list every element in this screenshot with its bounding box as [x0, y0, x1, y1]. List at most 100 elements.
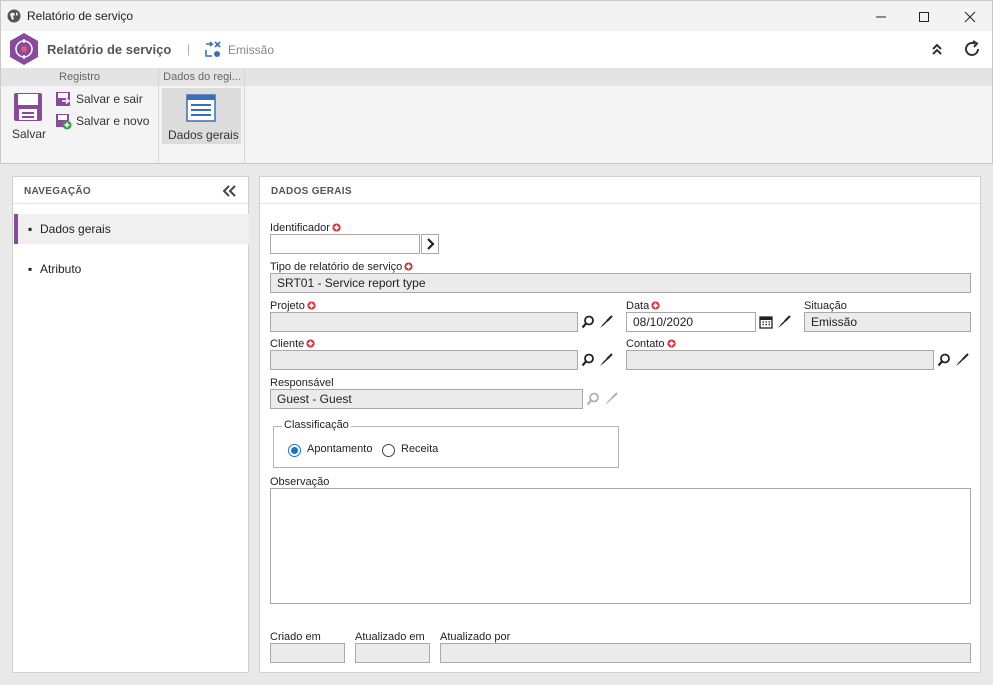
project-search-button[interactable]	[579, 312, 597, 332]
general-data-panel: DADOS GERAIS Identificador Tipo de relat…	[259, 176, 981, 673]
ribbon-divider	[244, 68, 245, 163]
contact-clear-button[interactable]	[953, 350, 971, 370]
globe-icon	[7, 9, 21, 23]
save-and-new-label: Salvar e novo	[76, 114, 150, 128]
client-clear-button[interactable]	[597, 350, 615, 370]
eraser-brush-icon	[605, 392, 618, 405]
contact-field[interactable]	[626, 350, 934, 370]
magnifier-icon	[937, 353, 950, 367]
status-label: Emissão	[228, 43, 275, 57]
save-new-icon	[56, 114, 72, 130]
ribbon-divider	[158, 68, 159, 163]
updated-by-field	[440, 643, 971, 663]
observation-label: Observação	[270, 476, 330, 488]
save-and-new-button[interactable]: Salvar e novo	[55, 112, 155, 130]
contact-search-button[interactable]	[935, 350, 953, 370]
client-field[interactable]	[270, 350, 578, 370]
situation-field: Emissão	[804, 312, 971, 332]
navigation-title: NAVEGAÇÃO	[13, 177, 248, 204]
project-clear-button[interactable]	[597, 312, 615, 332]
contact-label: Contato	[626, 338, 676, 350]
radio-receita-label[interactable]: Receita	[401, 443, 438, 455]
nav-bullet: ▪	[28, 222, 33, 236]
ribbon-group-registro-label: Registro	[59, 71, 100, 83]
eraser-brush-icon	[600, 353, 613, 366]
double-chevron-up-icon	[932, 43, 942, 55]
chevron-right-icon	[427, 238, 435, 250]
minimize-icon	[876, 16, 886, 17]
magnifier-icon	[581, 315, 594, 329]
responsible-search-button[interactable]	[584, 389, 602, 409]
eraser-brush-icon	[956, 353, 969, 366]
navigation-panel: NAVEGAÇÃO ▪ Dados gerais ▪ Atributo	[12, 176, 249, 673]
required-icon	[306, 339, 315, 348]
maximize-icon	[919, 11, 929, 22]
app-header: Relatório de serviço | Emissão	[0, 31, 993, 68]
form-window-icon	[186, 94, 216, 122]
nav-item-label: Atributo	[40, 262, 82, 276]
ribbon-toolbar: Registro Dados do regi... Salvar Salvar …	[0, 68, 993, 164]
updated-by-label: Atualizado por	[440, 631, 511, 643]
classification-legend: Classificação	[282, 419, 351, 431]
ribbon-group-dados-label: Dados do regi...	[163, 71, 241, 83]
minimize-button[interactable]	[858, 1, 904, 32]
magnifier-icon	[586, 392, 599, 406]
identifier-input[interactable]	[270, 234, 420, 254]
date-picker-button[interactable]	[757, 312, 775, 332]
nav-item-label: Dados gerais	[40, 222, 111, 236]
created-at-label: Criado em	[270, 631, 321, 643]
eraser-brush-icon	[778, 315, 791, 328]
observation-textarea[interactable]	[270, 488, 971, 604]
save-and-exit-label: Salvar e sair	[76, 92, 143, 106]
radio-apontamento[interactable]	[288, 444, 301, 457]
client-search-button[interactable]	[579, 350, 597, 370]
identifier-next-button[interactable]	[421, 234, 439, 254]
type-field: SRT01 - Service report type	[270, 273, 971, 293]
date-label: Data	[626, 300, 660, 312]
situation-label: Situação	[804, 300, 847, 312]
responsible-label: Responsável	[270, 377, 334, 389]
updated-at-field	[355, 643, 430, 663]
required-icon	[332, 223, 341, 232]
save-button[interactable]: Salvar	[8, 92, 48, 142]
close-button[interactable]	[947, 1, 993, 32]
maximize-button[interactable]	[901, 1, 947, 32]
date-clear-button[interactable]	[775, 312, 793, 332]
app-logo-icon	[10, 33, 38, 65]
required-icon	[404, 262, 413, 271]
project-label: Projeto	[270, 300, 316, 312]
responsible-field: Guest - Guest	[270, 389, 583, 409]
header-separator: |	[187, 42, 191, 56]
refresh-button[interactable]	[962, 39, 982, 59]
save-label: Salvar	[12, 127, 47, 141]
save-exit-icon	[56, 92, 71, 106]
date-input[interactable]: 08/10/2020	[626, 312, 756, 332]
responsible-clear-button[interactable]	[602, 389, 620, 409]
double-chevron-left-icon[interactable]	[223, 185, 237, 197]
required-icon	[666, 339, 676, 348]
close-icon	[964, 11, 976, 22]
magnifier-icon	[581, 353, 594, 367]
client-label: Cliente	[270, 338, 315, 350]
required-icon	[651, 301, 660, 310]
eraser-brush-icon	[600, 315, 613, 328]
floppy-disk-icon	[14, 93, 42, 121]
save-and-exit-button[interactable]: Salvar e sair	[55, 90, 155, 108]
form-title: DADOS GERAIS	[260, 177, 980, 204]
window-title: Relatório de serviço	[27, 9, 134, 23]
radio-receita[interactable]	[382, 444, 395, 457]
required-icon	[307, 301, 316, 310]
workflow-status-icon	[205, 41, 221, 57]
window-titlebar: Relatório de serviço	[0, 0, 993, 31]
identifier-label: Identificador	[270, 222, 341, 234]
radio-apontamento-label[interactable]: Apontamento	[307, 443, 372, 455]
type-label: Tipo de relatório de serviço	[270, 261, 413, 273]
nav-bullet: ▪	[28, 262, 33, 276]
nav-item-atributo[interactable]: ▪ Atributo	[14, 254, 249, 284]
refresh-icon	[965, 40, 979, 56]
nav-item-dados-gerais[interactable]: ▪ Dados gerais	[14, 214, 249, 244]
app-title: Relatório de serviço	[47, 42, 172, 57]
project-field[interactable]	[270, 312, 578, 332]
general-data-button[interactable]: Dados gerais	[162, 88, 241, 144]
collapse-header-button[interactable]	[927, 39, 947, 59]
